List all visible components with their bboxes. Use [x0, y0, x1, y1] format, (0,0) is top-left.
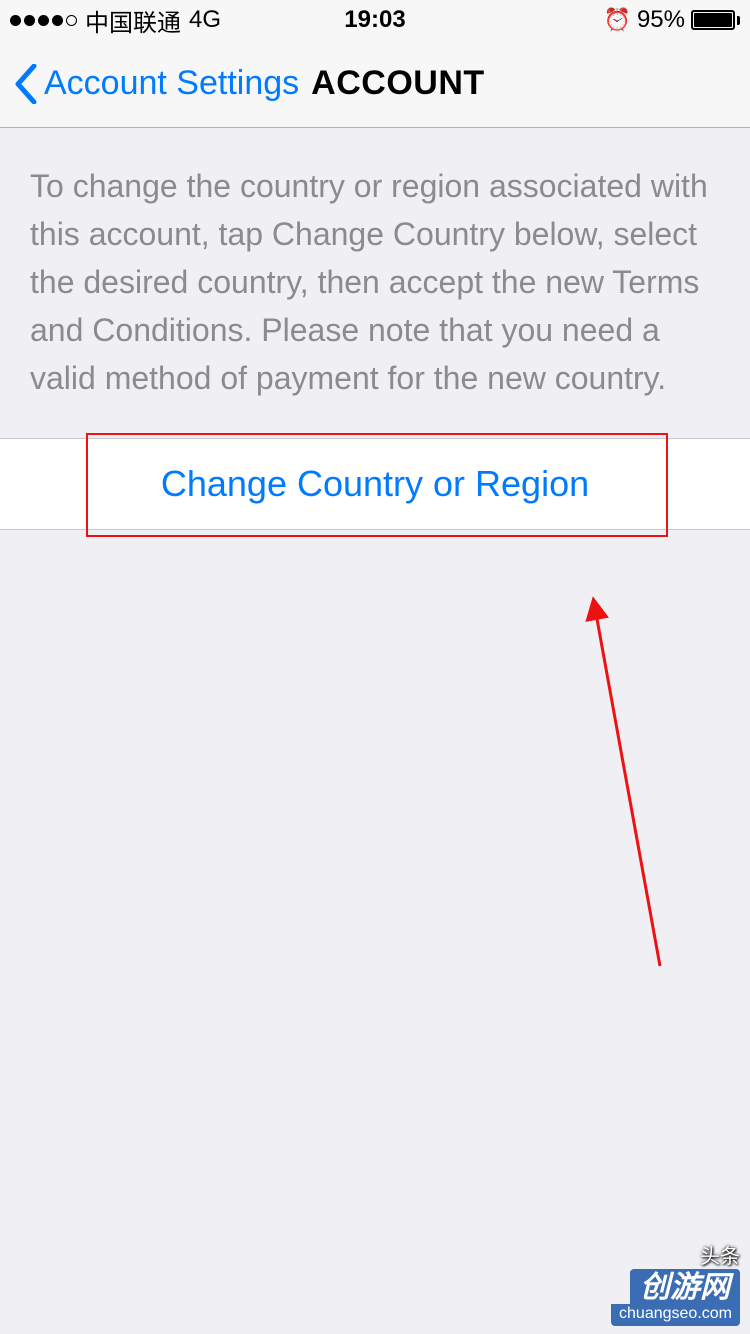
page-title: ACCOUNT: [311, 64, 484, 103]
alarm-icon: ⏰: [604, 7, 631, 33]
watermark-badge: 创游网: [630, 1269, 740, 1305]
watermark: 头条 创游网 chuangseo.com: [611, 1240, 740, 1326]
battery-icon: [691, 10, 740, 30]
change-country-button[interactable]: Change Country or Region: [0, 438, 750, 530]
carrier-label: 中国联通: [85, 3, 181, 38]
signal-strength-icon: [10, 15, 77, 26]
back-label: Account Settings: [44, 64, 299, 103]
description-text: To change the country or region associat…: [0, 128, 750, 438]
annotation-arrow-icon: [580, 596, 700, 986]
nav-bar: Account Settings ACCOUNT: [0, 40, 750, 128]
status-bar: 中国联通 4G 19:03 ⏰ 95%: [0, 0, 750, 40]
network-label: 4G: [189, 6, 221, 34]
change-country-label: Change Country or Region: [161, 463, 589, 505]
back-button[interactable]: Account Settings: [14, 64, 299, 104]
watermark-url: chuangseo.com: [611, 1304, 740, 1326]
battery-percent: 95%: [637, 6, 685, 34]
watermark-line1: 头条: [611, 1240, 740, 1269]
chevron-left-icon: [14, 64, 38, 104]
